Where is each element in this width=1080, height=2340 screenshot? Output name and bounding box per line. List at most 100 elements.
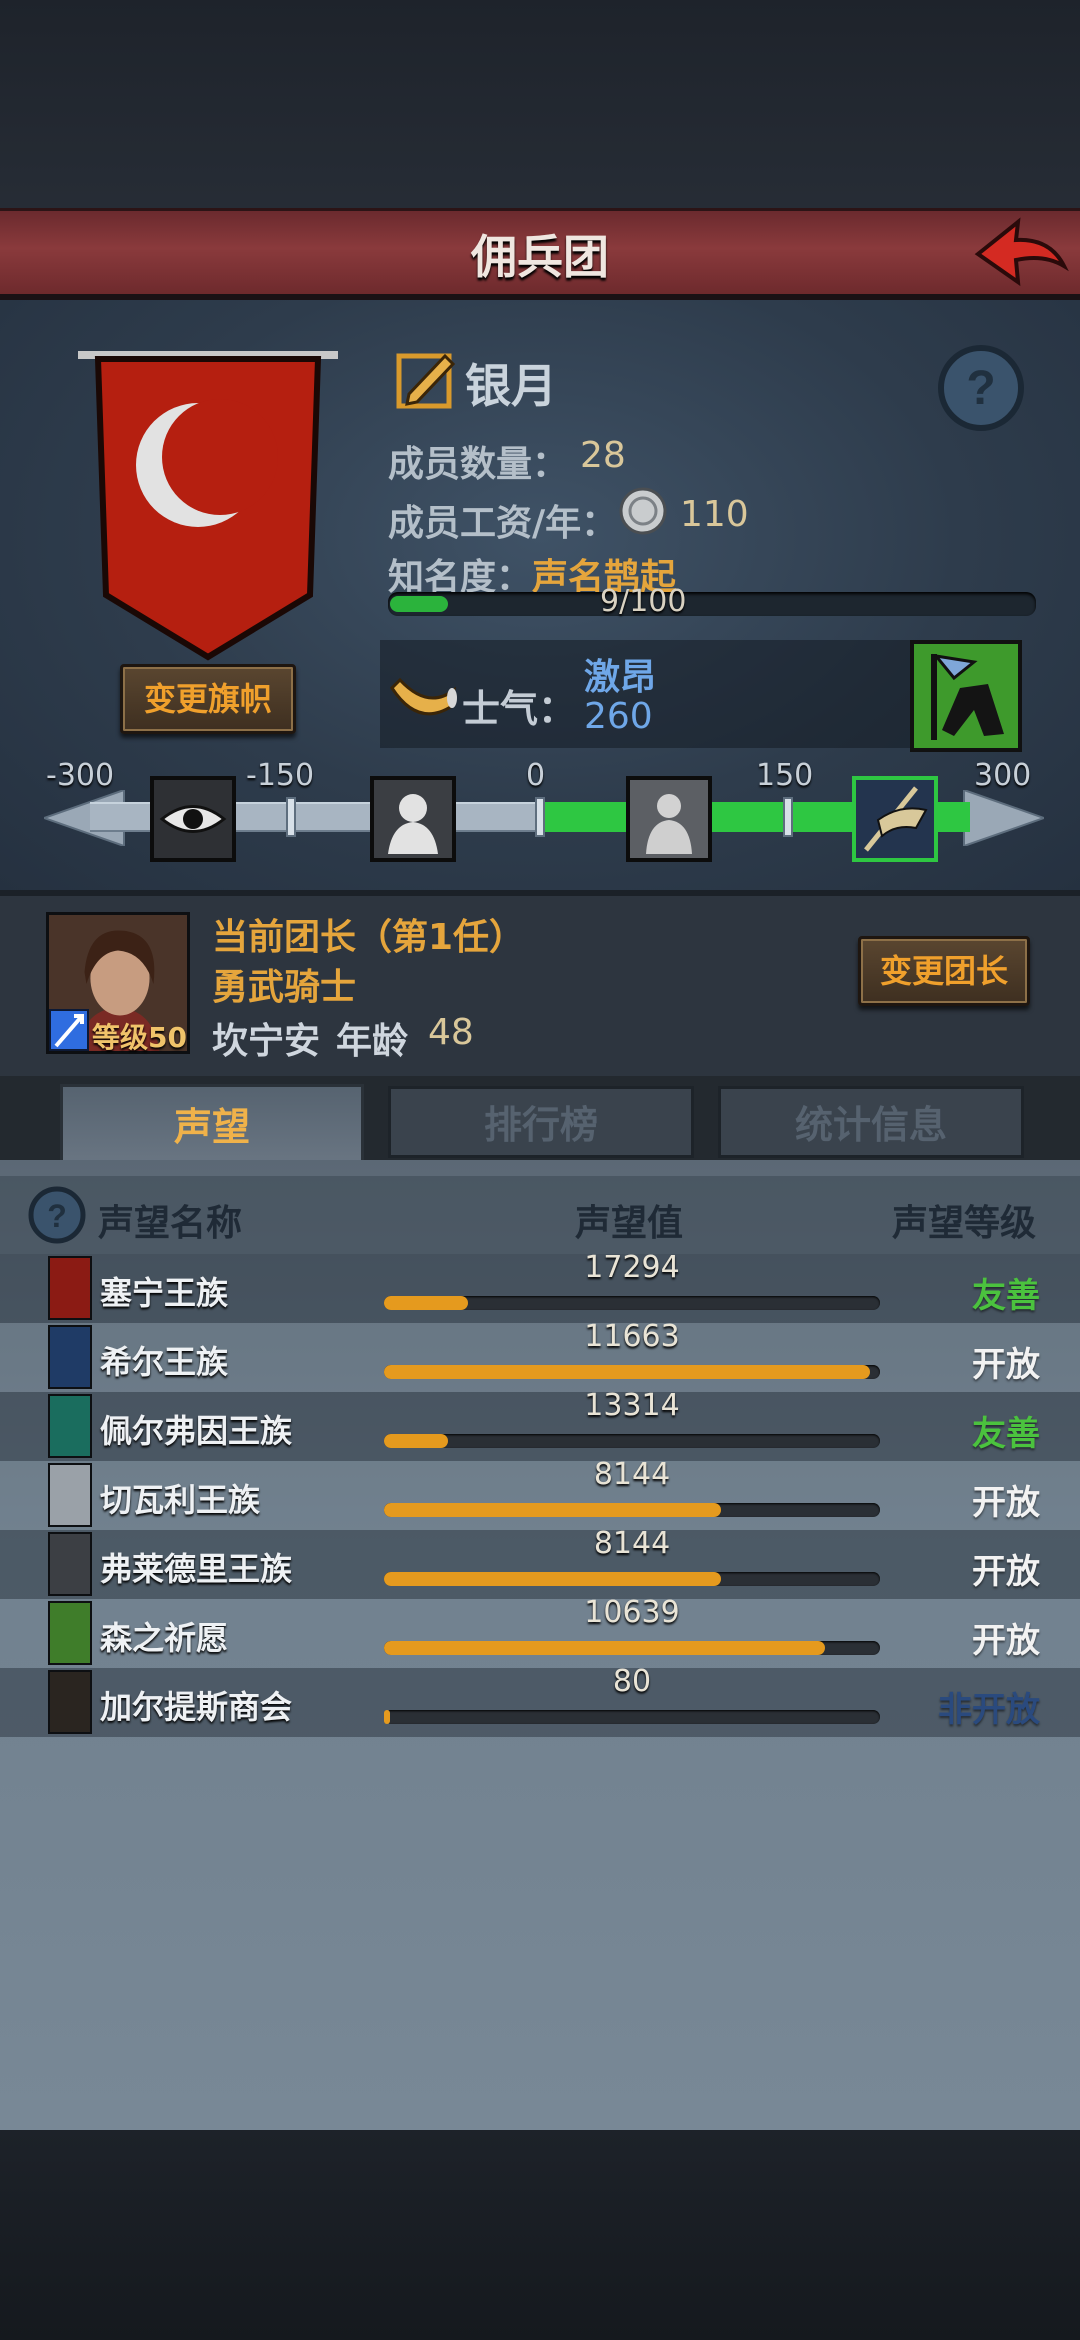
faction-crest-icon (48, 1256, 92, 1320)
reputation-value: 13314 (584, 1388, 680, 1423)
svg-text:?: ? (47, 1198, 67, 1234)
faction-crest-icon (48, 1601, 92, 1665)
reputation-level: 开放 (972, 1552, 1040, 1592)
scale-tick-label: 300 (974, 758, 1032, 793)
faction-name: 森之祈愿 (100, 1619, 229, 1657)
table-row[interactable]: 加尔提斯商会 80 非开放 (0, 1664, 1080, 1737)
reputation-bar (384, 1641, 880, 1655)
column-header-level: 声望等级 (892, 1203, 1037, 1244)
reputation-bar (384, 1710, 880, 1724)
reputation-bar (384, 1296, 880, 1310)
member-count-value: 28 (580, 435, 626, 476)
reputation-bar-fill (384, 1641, 826, 1655)
reputation-level: 开放 (972, 1621, 1040, 1661)
tab-statistics[interactable]: 统计信息 (718, 1086, 1024, 1158)
column-header-value: 声望值 (575, 1203, 684, 1244)
table-row[interactable]: 切瓦利王族 8144 开放 (0, 1457, 1080, 1530)
guild-banner-icon (78, 351, 338, 661)
member-count-label: 成员数量： (388, 444, 569, 485)
reputation-value: 11663 (584, 1319, 680, 1354)
reputation-level: 友善 (972, 1414, 1040, 1454)
leader-class: 勇武骑士 (212, 967, 357, 1008)
calm-icon (626, 776, 712, 862)
help-icon[interactable]: ? (935, 342, 1027, 434)
faction-name: 弗莱德里王族 (100, 1550, 293, 1588)
salary-value: 110 (680, 494, 749, 535)
change-leader-button[interactable]: 变更团长 (858, 936, 1030, 1006)
horn-icon (390, 677, 457, 716)
scale-tick-label: 0 (526, 758, 546, 793)
back-arrow-icon (974, 217, 1069, 287)
reputation-value: 17294 (584, 1250, 680, 1285)
reputation-bar-fill (384, 1503, 722, 1517)
table-row[interactable]: 希尔王族 11663 开放 (0, 1319, 1080, 1392)
reputation-bar (384, 1572, 880, 1586)
guild-name: 银月 (465, 359, 557, 413)
change-flag-button[interactable]: 变更旗帜 (120, 664, 296, 734)
faction-crest-icon (48, 1532, 92, 1596)
fame-progress-bar (388, 592, 1036, 616)
faction-name: 希尔王族 (100, 1343, 229, 1381)
tab-reputation[interactable]: 声望 (60, 1084, 364, 1170)
morale-label: 士气： (462, 687, 577, 731)
faction-name: 切瓦利王族 (100, 1481, 261, 1519)
back-button[interactable] (970, 214, 1070, 294)
leader-name: 坎宁安 (212, 1021, 321, 1062)
reputation-value: 10639 (584, 1595, 680, 1630)
leader-age: 48 (428, 1012, 474, 1053)
table-row[interactable]: 塞宁王族 17294 友善 (0, 1250, 1080, 1323)
reputation-value: 8144 (593, 1457, 671, 1492)
leader-title: 当前团长（第1任） (212, 917, 526, 958)
faction-crest-icon (48, 1394, 92, 1458)
scale-tick-label: -150 (246, 758, 315, 793)
tick-mark (535, 797, 545, 837)
scale-tick-label: 150 (756, 758, 814, 793)
charge-flag-icon (852, 776, 938, 862)
salary-label: 成员工资/年： (388, 503, 618, 544)
scale-tick-label: -300 (46, 758, 115, 793)
reputation-level: 非开放 (938, 1690, 1040, 1730)
reputation-value: 8144 (593, 1526, 671, 1561)
tab-ranking[interactable]: 排行榜 (388, 1086, 694, 1158)
help-icon[interactable]: ? (26, 1184, 88, 1246)
leader-age-label: 年龄 (336, 1021, 409, 1062)
morale-state: 激昂 (584, 657, 657, 698)
svg-text:?: ? (966, 362, 995, 415)
table-row[interactable]: 森之祈愿 10639 开放 (0, 1595, 1080, 1668)
reputation-bar-fill (384, 1365, 871, 1379)
reputation-bar (384, 1434, 880, 1448)
page-title: 佣兵团 (471, 230, 609, 284)
tick-mark (783, 797, 793, 837)
reputation-bar (384, 1365, 880, 1379)
reputation-level: 开放 (972, 1483, 1040, 1523)
silver-coin-icon (619, 487, 667, 535)
faction-crest-icon (48, 1463, 92, 1527)
faction-crest-icon (48, 1325, 92, 1389)
reputation-bar-fill (384, 1434, 449, 1448)
edit-name-icon[interactable] (395, 348, 457, 410)
reputation-bar-fill (384, 1572, 722, 1586)
app-screen: 佣兵团 变更旗帜 银月 ? 成员数量： 28 成员工资/年： 110 知名度： … (0, 0, 1080, 2340)
reputation-level: 友善 (972, 1276, 1040, 1316)
faction-name: 塞宁王族 (100, 1274, 229, 1312)
reputation-level: 开放 (972, 1345, 1040, 1385)
rally-flag-icon[interactable] (910, 640, 1022, 752)
reputation-value: 80 (612, 1664, 652, 1699)
morale-value: 260 (584, 696, 653, 737)
despair-icon (370, 776, 456, 862)
faction-name: 加尔提斯商会 (100, 1688, 293, 1726)
faction-name: 佩尔弗因王族 (100, 1412, 293, 1450)
tick-mark (286, 797, 296, 837)
table-row[interactable]: 弗莱德里王族 8144 开放 (0, 1526, 1080, 1599)
eye-icon (150, 776, 236, 862)
fame-progress-text: 9/100 (600, 584, 687, 619)
leader-level: 等级50 (92, 1021, 187, 1054)
reputation-bar-fill (384, 1296, 469, 1310)
faction-crest-icon (48, 1670, 92, 1734)
table-row[interactable]: 佩尔弗因王族 13314 友善 (0, 1388, 1080, 1461)
reputation-bar-fill (384, 1710, 390, 1724)
column-header-name: 声望名称 (98, 1203, 243, 1244)
fame-progress-fill (390, 596, 448, 612)
header-bar: 佣兵团 (0, 208, 1080, 300)
reputation-bar (384, 1503, 880, 1517)
